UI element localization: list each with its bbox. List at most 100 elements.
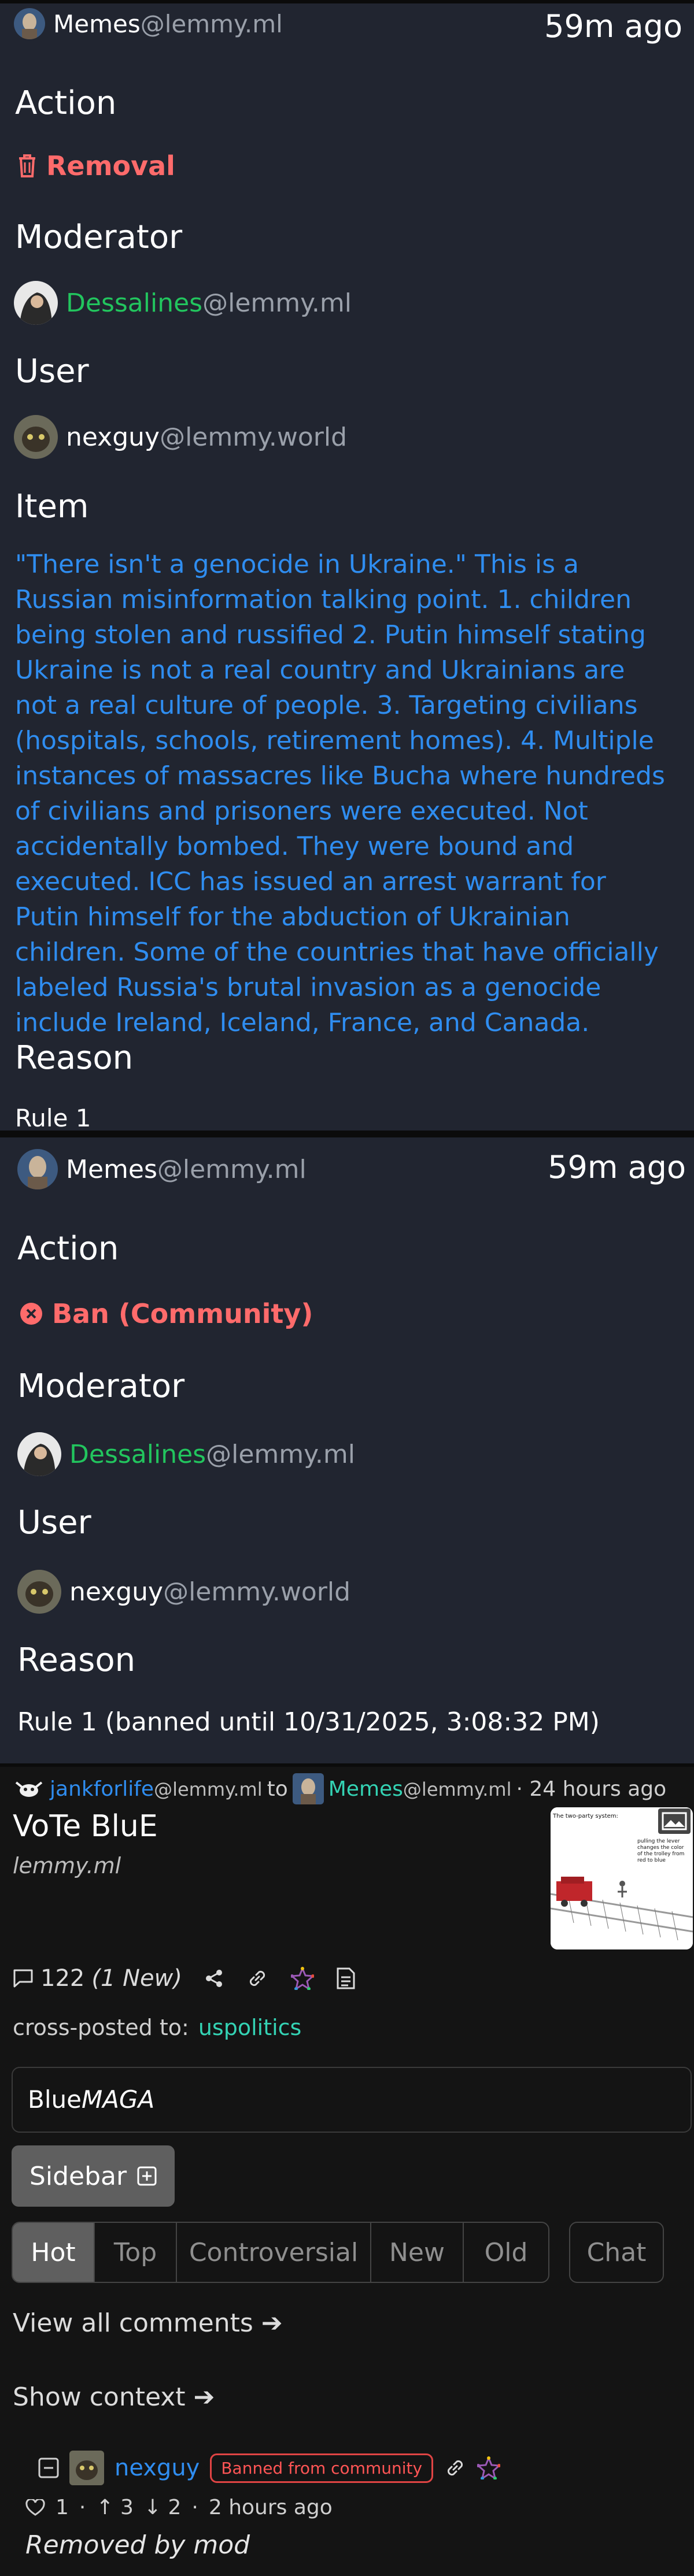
user-heading: User	[15, 353, 89, 390]
comment-header: nexguy Banned from community	[38, 2451, 501, 2485]
comment-author[interactable]: nexguy	[115, 2455, 200, 2481]
sidebar-label: Sidebar	[29, 2161, 127, 2191]
community-instance: @lemmy.ml	[140, 9, 283, 38]
reason-value: Rule 1	[15, 1104, 91, 1132]
moderator-instance: @lemmy.ml	[202, 288, 352, 318]
view-source-icon[interactable]	[336, 1967, 356, 1990]
user-avatar-icon	[15, 1781, 43, 1797]
modlog-entry-ban: Memes@lemmy.ml 59m ago Action Ban (Commu…	[0, 1134, 694, 1767]
comment-time: 2 hours ago	[208, 2496, 333, 2519]
user-name: nexguy	[66, 422, 160, 452]
post-thumbnail[interactable]: The two-party system: pulling the lever …	[551, 1807, 693, 1949]
moderator-avatar	[14, 281, 58, 325]
moderator-name: Dessalines	[69, 1439, 206, 1469]
action-label: Removal	[46, 150, 175, 181]
post-action-bar: 122 (1 New)	[13, 1965, 356, 1992]
community-link[interactable]: Memes@lemmy.ml	[14, 8, 283, 39]
comment-meta: 1 · ↑ 3 ↓ 2 · 2 hours ago	[25, 2496, 333, 2519]
sort-tab-controversial[interactable]: Controversial	[177, 2223, 371, 2282]
fediverse-star-icon[interactable]	[477, 2456, 501, 2479]
moderator-name: Dessalines	[66, 288, 203, 318]
thumbnail-caption-right: pulling the lever changes the color of t…	[637, 1839, 685, 1863]
comment-sort-tabs: Hot Top Controversial New Old	[12, 2222, 549, 2283]
action-value: Removal	[17, 150, 175, 181]
reason-value: Rule 1 (banned until 10/31/2025, 3:08:32…	[17, 1707, 600, 1737]
comments-link[interactable]: 122 (1 New)	[13, 1965, 182, 1992]
reason-heading: Reason	[17, 1641, 136, 1679]
share-icon[interactable]	[204, 1969, 224, 1988]
comments-count: 122	[40, 1965, 85, 1992]
post-body: BlueMAGA	[12, 2067, 692, 2133]
post-byline: jankforlife@lemmy.ml to Memes@lemmy.ml ·…	[13, 1773, 666, 1804]
post-domain: lemmy.ml	[13, 1853, 121, 1878]
user-avatar	[17, 1570, 61, 1614]
user-instance: @lemmy.world	[160, 422, 347, 452]
moderator-heading: Moderator	[15, 218, 183, 256]
separator-dot: ·	[191, 2496, 198, 2519]
action-heading: Action	[17, 1230, 119, 1267]
moderator-link[interactable]: Dessalines@lemmy.ml	[17, 1432, 355, 1476]
community-avatar	[292, 1773, 324, 1804]
thumbnail-caption-left: The two-party system:	[553, 1813, 618, 1819]
banned-badge: Banned from community	[210, 2453, 434, 2483]
link-icon[interactable]	[444, 2456, 467, 2479]
post-author: jankforlife	[50, 1777, 154, 1801]
post-title[interactable]: VoTe BluE	[13, 1809, 158, 1844]
item-heading: Item	[15, 488, 89, 525]
user-heading: User	[17, 1504, 91, 1541]
community-instance: @lemmy.ml	[157, 1154, 307, 1184]
moderator-instance: @lemmy.ml	[206, 1439, 355, 1469]
moderator-avatar	[17, 1432, 61, 1476]
user-link[interactable]: nexguy@lemmy.world	[17, 1570, 350, 1614]
community-avatar	[14, 8, 45, 39]
action-heading: Action	[15, 84, 117, 122]
downvote-button[interactable]: ↓ 2	[144, 2496, 182, 2519]
crosspost-link[interactable]: uspolitics	[198, 2015, 302, 2040]
sort-tab-top[interactable]: Top	[95, 2223, 177, 2282]
sort-tab-new[interactable]: New	[371, 2223, 464, 2282]
removed-item-link[interactable]: "There isn't a genocide in Ukraine." Thi…	[15, 547, 669, 1040]
community-link[interactable]: Memes@lemmy.ml	[17, 1149, 307, 1189]
post-community: Memes	[328, 1777, 403, 1801]
view-all-comments-link[interactable]: View all comments ➔	[13, 2308, 283, 2338]
upvote-count: 3	[120, 2496, 134, 2519]
post-author-link[interactable]: jankforlife@lemmy.ml	[50, 1777, 263, 1801]
comment-author-avatar	[69, 2451, 104, 2485]
community-name: Memes	[66, 1154, 157, 1184]
post-community-instance: @lemmy.ml	[403, 1778, 512, 1800]
show-context-link[interactable]: Show context ➔	[13, 2382, 215, 2412]
collapse-icon[interactable]	[38, 2458, 59, 2478]
link-icon[interactable]	[246, 1967, 269, 1990]
ban-circle-icon	[20, 1303, 42, 1325]
community-name: Memes	[53, 9, 141, 38]
modlog-entry-removal: Memes@lemmy.ml 59m ago Action Removal Mo…	[0, 0, 694, 1134]
entry-time: 59m ago	[548, 1149, 686, 1185]
post-body-italic: MAGA	[81, 2085, 155, 2114]
downvote-count: 2	[168, 2496, 182, 2519]
user-name: nexguy	[69, 1577, 164, 1607]
action-label: Ban (Community)	[52, 1298, 313, 1329]
sort-tab-hot[interactable]: Hot	[13, 2223, 95, 2282]
post-body-plain: Blue	[28, 2085, 82, 2114]
user-link[interactable]: nexguy@lemmy.world	[14, 415, 347, 459]
upvote-button[interactable]: ↑ 3	[96, 2496, 134, 2519]
post-community-link[interactable]: Memes@lemmy.ml	[328, 1777, 512, 1801]
like-count: 1	[56, 2496, 69, 2519]
comments-new: (1 New)	[91, 1965, 182, 1992]
reason-heading: Reason	[15, 1039, 134, 1077]
post-author-instance: @lemmy.ml	[154, 1778, 263, 1800]
action-value: Ban (Community)	[20, 1298, 313, 1329]
comment-body: Removed by mod	[25, 2530, 250, 2560]
chat-view-button[interactable]: Chat	[569, 2222, 664, 2283]
post-time: · 24 hours ago	[516, 1777, 667, 1801]
user-avatar	[14, 415, 58, 459]
fediverse-star-icon[interactable]	[290, 1967, 314, 1990]
moderator-heading: Moderator	[17, 1367, 185, 1405]
sidebar-toggle-button[interactable]: Sidebar	[12, 2145, 175, 2207]
heart-icon	[25, 2499, 45, 2516]
comment-icon	[13, 1969, 33, 1988]
crosspost-label: cross-posted to:	[13, 2015, 189, 2040]
moderator-link[interactable]: Dessalines@lemmy.ml	[14, 281, 352, 325]
sort-tab-old[interactable]: Old	[464, 2223, 548, 2282]
user-instance: @lemmy.world	[163, 1577, 350, 1607]
